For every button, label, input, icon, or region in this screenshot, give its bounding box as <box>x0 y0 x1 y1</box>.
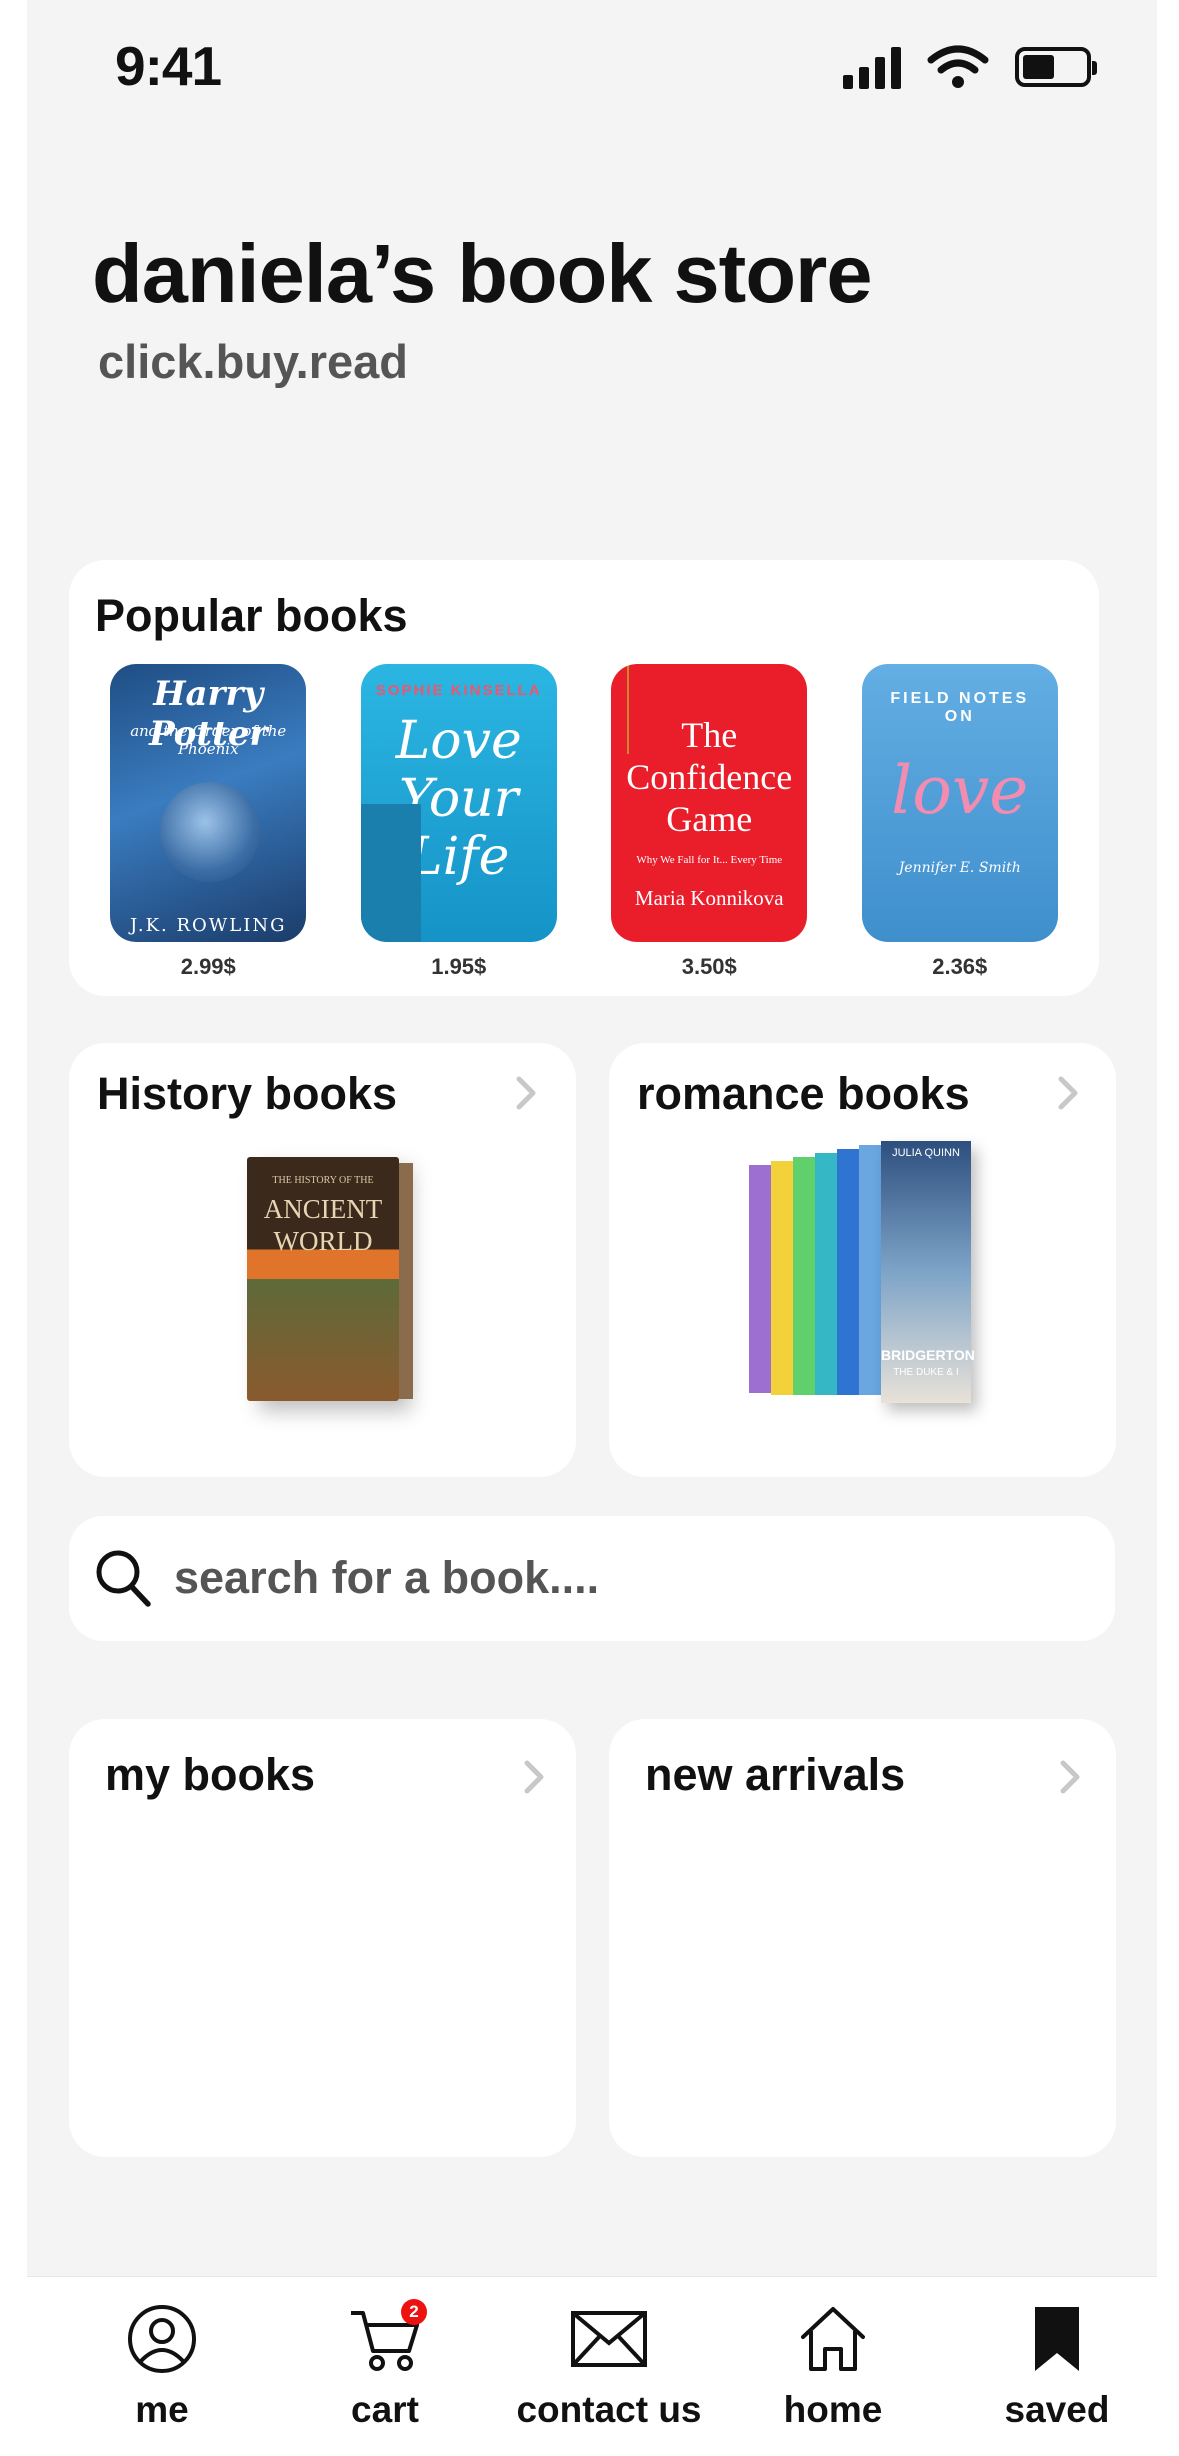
spine <box>771 1161 793 1395</box>
romance-cover-author: JULIA QUINN <box>892 1147 960 1159</box>
book-price: 1.95$ <box>431 954 487 979</box>
spine <box>793 1157 815 1395</box>
my-books-title: my books <box>105 1749 316 1800</box>
front-cover: JULIA QUINN BRIDGERTON THE DUKE & I <box>881 1141 975 1403</box>
tab-cart[interactable]: 2 cart <box>285 2299 485 2431</box>
book-item[interactable]: SOPHIE KINSELLA Love Your Life 1.95$ <box>360 664 557 980</box>
book-item[interactable]: FIELD NOTES ON love Jennifer E. Smith 2.… <box>861 664 1058 980</box>
romance-books-title: romance books <box>637 1068 970 1119</box>
spine <box>859 1145 881 1395</box>
user-icon <box>128 2305 196 2373</box>
chevron-right-icon <box>524 1760 544 1794</box>
chevron-right-icon <box>1060 1760 1080 1794</box>
history-cover-subtitle: THE HISTORY OF THE <box>272 1175 374 1186</box>
book-price: 3.50$ <box>681 954 737 979</box>
store-title: daniela’s book store <box>92 227 872 320</box>
spine <box>815 1153 837 1395</box>
romance-books-card[interactable]: romance books JULIA QUINN BRIDGERTON THE… <box>609 1043 1116 1477</box>
book-item[interactable]: Harry Potter and the Order of the Phoeni… <box>110 664 307 980</box>
cover-subtitle: Why We Fall for It... Every Time <box>636 854 783 866</box>
search-input[interactable] <box>174 1538 1054 1618</box>
bookmark-icon <box>1035 2307 1079 2371</box>
book-price: 2.99$ <box>180 954 236 979</box>
spine <box>749 1165 771 1393</box>
tab-home[interactable]: home <box>733 2303 933 2431</box>
cover-art <box>160 782 261 882</box>
battery-icon <box>1015 47 1097 87</box>
store-tagline: click.buy.read <box>98 335 408 388</box>
tab-label: contact us <box>516 2389 702 2430</box>
app-screen: 9:41 daniela’s book store click.buy.read… <box>27 0 1157 2456</box>
chevron-right-icon <box>1058 1076 1078 1110</box>
popular-books-title: Popular books <box>95 590 408 641</box>
history-book-cover: THE HISTORY OF THE ANCIENT WORLD <box>247 1157 413 1401</box>
mail-icon <box>571 2311 647 2367</box>
romance-cover-subtitle: THE DUKE & I <box>893 1367 959 1378</box>
wifi-icon <box>927 45 989 88</box>
status-time: 9:41 <box>115 35 222 97</box>
cellular-signal-icon <box>843 45 901 89</box>
search-bar[interactable] <box>69 1516 1115 1641</box>
cover-author: Jennifer E. Smith <box>898 860 1021 876</box>
book-cover[interactable]: FIELD NOTES ON love Jennifer E. Smith <box>861 664 1058 942</box>
cover-title: love <box>891 752 1029 829</box>
chevron-right-icon <box>516 1076 536 1110</box>
popular-books-list: Harry Potter and the Order of the Phoeni… <box>69 664 1099 980</box>
cover-art <box>360 804 421 942</box>
book-cover[interactable]: SOPHIE KINSELLA Love Your Life <box>360 664 557 942</box>
cover-author: Maria Konnikova <box>634 886 784 910</box>
history-cover-title: ANCIENT WORLD <box>263 1194 383 1256</box>
cover-author: SOPHIE KINSELLA <box>375 682 542 699</box>
my-books-card[interactable]: my books <box>69 1719 576 2157</box>
spine <box>837 1149 859 1395</box>
new-arrivals-title: new arrivals <box>645 1749 906 1800</box>
status-icons <box>843 44 1097 90</box>
new-arrivals-card[interactable]: new arrivals <box>609 1719 1116 2157</box>
tab-label: home <box>783 2389 883 2430</box>
tab-saved[interactable]: saved <box>957 2303 1157 2431</box>
cover-title: The Confidence Game <box>626 715 793 839</box>
cover-author: J.K. ROWLING <box>130 915 287 936</box>
tab-label: me <box>135 2389 189 2430</box>
cart-badge: 2 <box>401 2299 427 2325</box>
tab-me[interactable]: me <box>62 2303 262 2431</box>
cover-subtitle: FIELD NOTES ON <box>890 690 1030 725</box>
home-icon <box>801 2307 865 2371</box>
search-icon <box>96 1550 151 1607</box>
book-spine <box>399 1163 413 1399</box>
romance-box-set: JULIA QUINN BRIDGERTON THE DUKE & I <box>749 1141 975 1413</box>
tab-contact-us[interactable]: contact us <box>509 2303 709 2431</box>
battery-level <box>1023 55 1055 79</box>
book-price: 2.36$ <box>932 954 988 979</box>
tab-label: cart <box>351 2389 419 2430</box>
book-cover[interactable]: Harry Potter and the Order of the Phoeni… <box>110 664 307 942</box>
history-books-card[interactable]: History books THE HISTORY OF THE ANCIENT… <box>69 1043 576 1477</box>
book-cover[interactable]: The Confidence Game Why We Fall for It..… <box>611 664 808 942</box>
history-books-title: History books <box>97 1068 398 1119</box>
popular-books-card: Popular books Harry Potter and the Order… <box>69 560 1099 996</box>
cover-subtitle: and the Order of the Phoenix <box>130 722 287 758</box>
tab-label: saved <box>1004 2389 1110 2430</box>
book-item[interactable]: The Confidence Game Why We Fall for It..… <box>611 664 808 980</box>
romance-cover-title: BRIDGERTON <box>881 1347 975 1363</box>
bottom-tab-bar: me 2 cart contact us home saved <box>27 2276 1157 2456</box>
